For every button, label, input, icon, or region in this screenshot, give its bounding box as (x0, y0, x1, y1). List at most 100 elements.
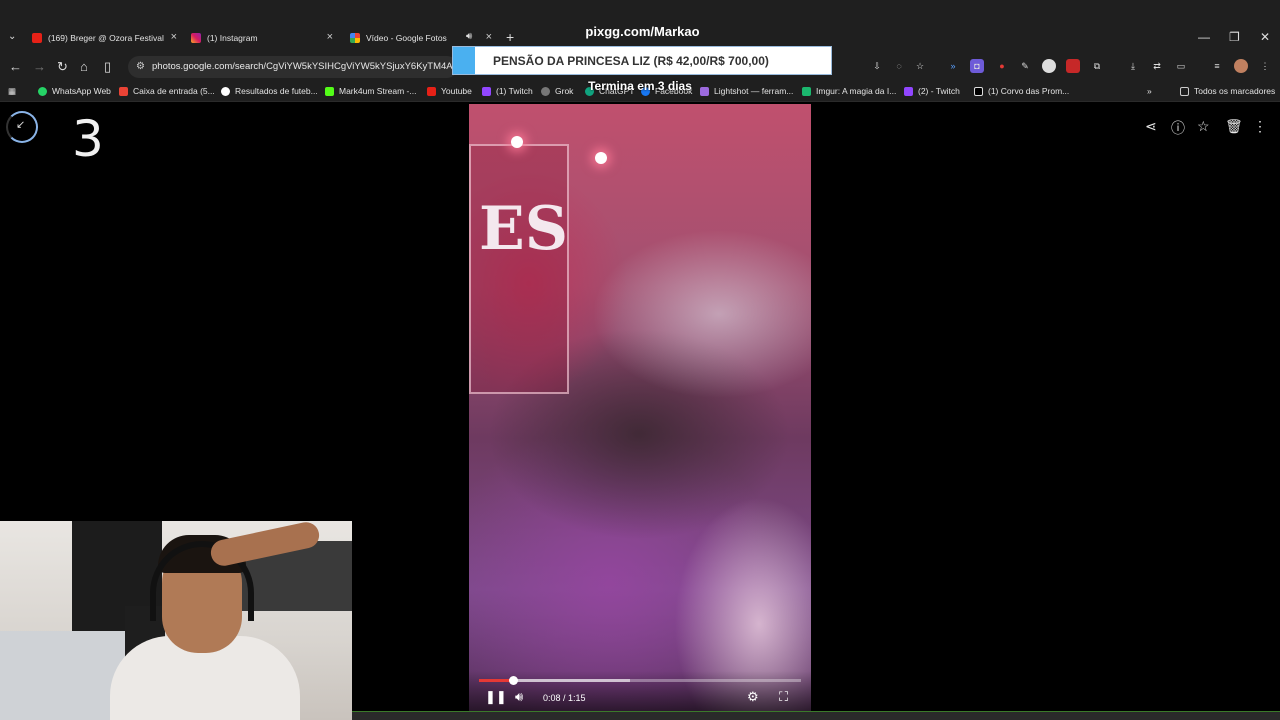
fullscreen-icon[interactable]: ⛶ (779, 689, 788, 705)
address-bar[interactable]: ⚙ photos.google.com/search/CgViYW5kYSIHC… (128, 56, 458, 78)
donation-text: PENSÃO DA PRINCESA LIZ (R$ 42,00/R$ 700,… (493, 53, 769, 68)
bookmark-label: Caixa de entrada (5... (133, 86, 215, 96)
imgur-icon (802, 86, 811, 96)
bookmark-item[interactable]: Caixa de entrada (5... (119, 85, 215, 97)
bookmark-label: WhatsApp Web (52, 86, 111, 96)
star-icon[interactable]: ☆ (1197, 118, 1210, 135)
menu-icon[interactable]: ⋮ (1258, 59, 1272, 73)
tab-label: Vídeo - Google Fotos (366, 33, 447, 43)
donation-accent-bar (453, 47, 475, 74)
close-icon[interactable]: × (486, 31, 492, 43)
webcam-feed (0, 521, 352, 720)
youtube-icon (427, 86, 436, 96)
bookmark-label: (1) Corvo das Prom... (988, 86, 1070, 96)
share-icon[interactable]: ⋖ (1145, 118, 1157, 135)
close-icon[interactable]: × (327, 31, 333, 43)
home-icon[interactable]: ⌂ (80, 59, 88, 74)
twitch-icon (482, 86, 491, 96)
translate-icon[interactable]: ⇄ (1150, 59, 1164, 73)
donation-deadline: Termina em 3 dias (588, 79, 692, 93)
tab-search-icon[interactable]: ⌄ (8, 31, 16, 42)
bookmark-item[interactable]: (1) Twitch (482, 85, 533, 97)
extensions-puzzle-icon[interactable]: ⧉ (1090, 59, 1104, 73)
gmail-icon (119, 86, 128, 96)
eye-off-icon[interactable]: ◌ (892, 59, 906, 73)
settings-icon[interactable]: ⚙ (747, 689, 759, 705)
bookmark-label: Todos os marcadores (1194, 86, 1276, 96)
delete-icon[interactable]: 🗑︎ (1225, 118, 1243, 135)
downloads-icon[interactable]: ⤓ (1126, 59, 1140, 73)
stage-graphic: ES (479, 194, 569, 264)
close-window-icon[interactable]: ✕ (1260, 30, 1270, 44)
video-time: 0:08 / 1:15 (543, 693, 586, 703)
side-panel-icon[interactable]: ▯ (104, 59, 111, 75)
extension-icon[interactable]: ◘ (970, 59, 984, 73)
bookmark-label: (2) - Twitch (918, 86, 960, 96)
restore-icon[interactable]: ❐ (1229, 30, 1240, 44)
volume-icon[interactable]: 🔊︎ (515, 689, 523, 705)
extension-icon[interactable]: ✎ (1018, 59, 1032, 73)
seek-bar[interactable] (479, 676, 801, 685)
x-icon (974, 86, 983, 96)
kick-icon (325, 86, 334, 96)
extension-icon[interactable]: » (946, 59, 960, 73)
bookmark-item[interactable]: Mark4um Stream -... (325, 85, 416, 97)
google-icon (221, 86, 230, 96)
more-bookmarks-icon[interactable]: » (1147, 85, 1152, 97)
bookmark-item[interactable]: WhatsApp Web (38, 85, 111, 97)
bookmark-star-icon[interactable]: ☆ (913, 59, 927, 73)
cast-icon[interactable]: ▭ (1174, 59, 1188, 73)
back-icon[interactable]: ← (9, 59, 22, 74)
seek-handle[interactable] (509, 676, 519, 685)
bookmark-label: Youtube (441, 86, 472, 96)
video-controls: ❚❚ 🔊︎ 0:08 / 1:15 ⚙ ⛶ (469, 671, 811, 711)
extension-icon[interactable] (1066, 59, 1080, 73)
bookmark-label: Resultados de futeb... (235, 86, 318, 96)
overlay-url: pixgg.com/Markao (585, 24, 700, 39)
bookmark-item[interactable]: (1) Corvo das Prom... (974, 85, 1069, 97)
more-icon[interactable]: ⋮ (1253, 118, 1267, 135)
whatsapp-icon (38, 86, 47, 96)
extension-icon[interactable] (1042, 59, 1056, 73)
tab-youtube[interactable]: (169) Breger @ Ozora Festival 2 × (32, 27, 177, 49)
seek-played (479, 679, 514, 682)
forward-icon[interactable]: → (33, 59, 46, 74)
profile-avatar-icon[interactable] (1234, 59, 1248, 73)
twitch-icon (904, 86, 913, 96)
folder-icon (1180, 86, 1189, 96)
stage-light (595, 152, 607, 164)
site-info-icon[interactable]: ⚙ (136, 56, 145, 78)
bookmark-item[interactable]: Youtube (427, 85, 472, 97)
new-tab-button[interactable]: + (506, 29, 514, 45)
close-icon[interactable]: × (171, 31, 177, 43)
tab-label: (1) Instagram (207, 33, 258, 43)
audio-playing-icon[interactable]: 🔊︎ (466, 31, 472, 42)
install-app-icon[interactable]: ⇩ (870, 59, 884, 73)
bookmark-item[interactable]: Imgur: A magia da I... (802, 85, 896, 97)
extension-icon[interactable]: ● (995, 59, 1009, 73)
bookmark-label: Imgur: A magia da I... (816, 86, 897, 96)
bookmark-item[interactable]: (2) - Twitch (904, 85, 960, 97)
youtube-icon (32, 33, 42, 43)
url-text: photos.google.com/search/CgViYW5kYSIHCgV… (152, 61, 458, 72)
stage-sign (469, 144, 569, 394)
screen: ⌄ (169) Breger @ Ozora Festival 2 × (1) … (0, 0, 1280, 720)
google-photos-icon (350, 33, 360, 43)
bookmark-label: Mark4um Stream -... (339, 86, 417, 96)
taskbar-edge (352, 711, 1280, 720)
reload-icon[interactable]: ↻ (57, 59, 68, 75)
video-player[interactable]: ES ❚❚ 🔊︎ 0:08 / 1:15 ⚙ ⛶ (469, 104, 811, 711)
info-icon[interactable]: ⓘ (1171, 118, 1185, 138)
instagram-icon (191, 33, 201, 43)
apps-icon[interactable]: ▦ (8, 85, 16, 97)
stage-light (511, 136, 523, 148)
bookmark-label: (1) Twitch (496, 86, 533, 96)
tab-instagram[interactable]: (1) Instagram × (191, 27, 333, 49)
bookmark-item[interactable]: Resultados de futeb... (221, 85, 318, 97)
countdown-counter: 3 (72, 110, 104, 168)
media-control-icon[interactable]: ≡ (1210, 59, 1224, 73)
bookmark-item[interactable]: Todos os marcadores (1180, 85, 1275, 97)
minimize-icon[interactable]: — (1198, 30, 1210, 44)
donation-goal-banner: PENSÃO DA PRINCESA LIZ (R$ 42,00/R$ 700,… (452, 46, 832, 75)
pause-icon[interactable]: ❚❚ (485, 689, 507, 705)
